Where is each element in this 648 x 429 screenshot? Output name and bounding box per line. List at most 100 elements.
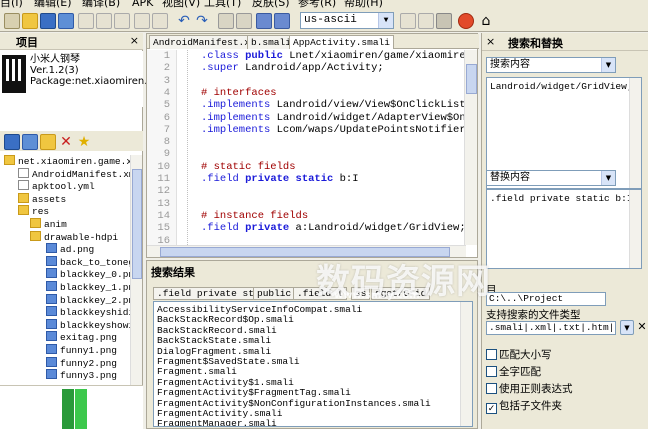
code-editor: AndroidManifest.xml b.smali AppActivity.… [146,33,479,258]
save-all-icon[interactable] [58,13,74,29]
menu-item[interactable]: 编译(B) [82,0,120,10]
tree-item[interactable]: funny1.png [46,344,117,357]
star-icon[interactable]: ★ [76,134,92,150]
stop-icon[interactable] [458,13,474,29]
result-item[interactable]: BackStackRecord$Op.smali [157,314,294,325]
results-scrollbar[interactable] [460,302,472,426]
export-icon[interactable] [22,134,38,150]
subfolders-checkbox[interactable]: ✓ [486,403,497,414]
file-icon [18,167,29,178]
results-tab[interactable]: public [253,287,296,300]
folder-icon[interactable] [40,134,56,150]
menubar: 目(I) 编辑(E) 编译(B) APK 视图(V) 工具(T) 皮肤(S) 参考(R) 帮助(… [0,0,648,10]
result-item[interactable]: AccessibilityServiceInfoCompat.smali [157,304,362,315]
format-icon[interactable] [400,13,416,29]
subfolders-option[interactable]: ✓ 包括子文件夹 [486,398,562,414]
image-file-icon [46,243,57,254]
match-case-checkbox[interactable] [486,349,497,360]
code-token: .super [201,62,246,75]
search-mode-select[interactable]: 搜索内容 ▼ [486,57,616,73]
find-icon[interactable] [218,13,234,29]
search-input-scrollbar[interactable] [629,78,641,188]
remove-filetype-icon[interactable]: ✕ [636,320,648,335]
regex-checkbox[interactable] [486,383,497,394]
tree-item[interactable]: back_to_toneg [46,255,130,269]
result-item[interactable]: FragmentManager.smali [157,418,277,426]
replace-input-scrollbar[interactable] [629,190,641,268]
save-icon[interactable] [4,134,20,150]
result-item[interactable]: Fragment$SavedState.smali [157,356,300,367]
copy-icon[interactable] [96,13,112,29]
result-item[interactable]: FragmentActivity$NonConfigurationInstanc… [157,398,431,409]
replace-mode-select[interactable]: 替换内容 ▼ [486,170,616,186]
result-item[interactable]: FragmentActivity$FragmentTag.smali [157,387,351,398]
chevron-down-icon[interactable]: ▼ [620,320,634,335]
bookmark-icon[interactable] [274,13,290,29]
editor-vertical-scrollbar[interactable] [464,50,477,245]
tree-item[interactable]: blackkeyshowi [46,318,130,332]
tab-b-smali[interactable]: b.smali [247,35,295,49]
tree-item[interactable]: blackkey_0.pn [46,268,130,281]
menu-item[interactable]: 帮助(H) [344,0,383,10]
image-file-icon [46,344,57,354]
undo-icon[interactable]: ↶ [176,13,192,29]
encoding-select[interactable]: us-ascii ▼ [300,12,394,29]
tree-item[interactable]: blackkeyshidin [46,306,130,319]
menu-item[interactable]: APK [132,0,153,10]
menu-item[interactable]: 皮肤(S) [252,0,290,10]
replace-icon[interactable] [236,13,252,29]
result-item[interactable]: FragmentActivity.smali [157,408,282,419]
paste-icon[interactable] [114,13,130,29]
tree-item[interactable]: funny2.png [46,356,117,370]
goto-icon[interactable] [256,13,272,29]
paste-special-icon[interactable] [152,13,168,29]
cut-icon[interactable] [78,13,94,29]
tree-item[interactable]: anim [30,218,67,231]
tree-scrollbar[interactable] [130,155,142,385]
tree-item[interactable]: res [18,205,49,218]
tree-item[interactable]: net.xiaomiren.game.xia [4,155,130,168]
result-item[interactable]: FragmentActivity$1.smali [157,377,294,388]
whole-word-checkbox[interactable] [486,366,497,377]
tree-item[interactable]: exitag.png [46,331,117,344]
directory-input[interactable]: C:\..\Project [486,292,606,306]
tree-item[interactable]: blackkey_2.pn [46,293,130,307]
match-case-option[interactable]: 匹配大小写 [486,347,552,362]
result-item[interactable]: BackStackRecord.smali [157,325,277,336]
new-file-icon[interactable] [4,13,20,29]
result-item[interactable]: Fragment.smali [157,366,237,377]
android-icon[interactable] [436,13,452,29]
menu-item[interactable]: 编辑(E) [34,0,72,10]
menu-item[interactable]: 目(I) [0,0,23,10]
replace-input[interactable]: .field private static b:I [486,189,642,269]
regex-option[interactable]: 使用正则表达式 [486,381,573,396]
image-file-icon [46,306,57,317]
tree-item[interactable]: ad.png [46,243,94,256]
tree-item[interactable]: apktool.yml [18,180,95,193]
tools-icon[interactable] [418,13,434,29]
result-item[interactable]: BackStackState.smali [157,335,271,346]
whole-word-option[interactable]: 全字匹配 [486,364,541,379]
tab-appactivity[interactable]: AppActivity.smali [289,35,394,49]
filetype-input[interactable]: .smali|.xml|.txt|.htm|.html [486,321,616,335]
home-icon[interactable]: ⌂ [478,13,494,29]
save-icon[interactable] [40,13,56,29]
close-icon[interactable]: × [130,34,139,47]
delete-icon[interactable] [134,13,150,29]
remove-icon[interactable]: ✕ [58,134,74,150]
menu-item[interactable]: 工具(T) [204,0,241,10]
close-icon[interactable]: × [486,35,495,48]
result-item[interactable]: DialogFragment.smali [157,346,271,357]
code-area[interactable]: .class public Lnet/xiaomiren/game/xiaomi… [201,50,465,245]
tree-item[interactable]: funny3.png [46,369,117,382]
open-folder-icon[interactable] [22,13,38,29]
tree-item[interactable]: drawable-hdpi [30,230,118,244]
tree-item[interactable]: blackkey_1.pn [46,281,130,294]
tree-item[interactable]: AndroidManifest.xml [18,167,130,181]
tree-item[interactable]: assets [18,192,66,206]
menu-item[interactable]: 参考(R) [298,0,336,10]
code-token: # instance fields [201,209,309,222]
redo-icon[interactable]: ↷ [194,13,210,29]
menu-item[interactable]: 视图(V) [162,0,200,10]
tree-item-label: blackkey_1.pn [60,282,130,293]
